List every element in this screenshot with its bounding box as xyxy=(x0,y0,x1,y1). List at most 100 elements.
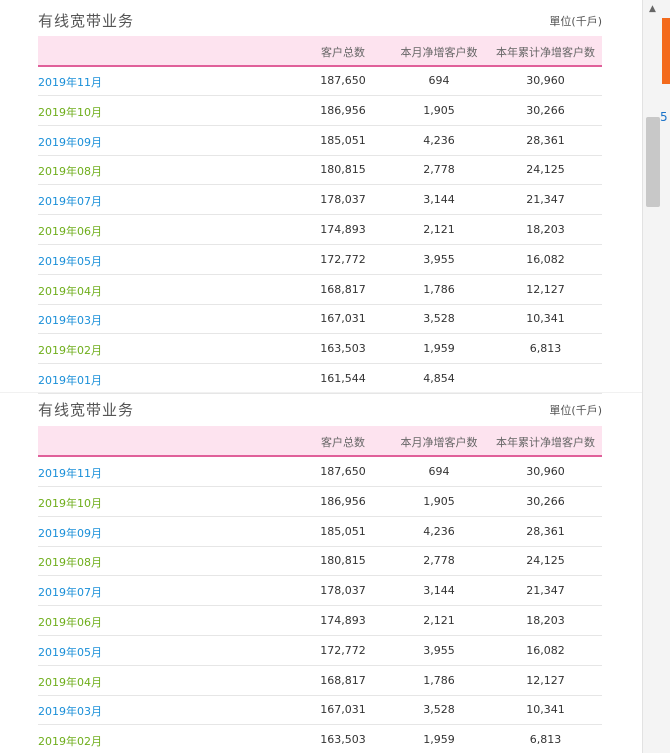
month-link[interactable]: 2019年04月 xyxy=(38,283,158,299)
cell-total: 186,956 xyxy=(320,103,366,117)
cell-net-year: 30,960 xyxy=(526,465,565,478)
month-link[interactable]: 2019年07月 xyxy=(38,584,158,600)
column-header-net-month: 本月净增客户数 xyxy=(400,436,478,449)
table-row: 2019年07月 178,037 3,144 21,347 xyxy=(38,576,602,607)
month-link[interactable]: 2019年02月 xyxy=(38,342,158,358)
month-link[interactable]: 2019年07月 xyxy=(38,193,158,209)
column-header-total: 客户总数 xyxy=(321,46,365,59)
cell-net-month: 694 xyxy=(428,74,450,87)
month-link[interactable]: 2019年09月 xyxy=(38,525,158,541)
scrollbar-thumb[interactable] xyxy=(646,117,660,207)
cell-net-year: 24,125 xyxy=(526,163,565,177)
month-link[interactable]: 2019年02月 xyxy=(38,733,158,749)
table-row: 2019年09月 185,051 4,236 28,361 xyxy=(38,517,602,547)
cell-total: 167,031 xyxy=(320,703,366,717)
column-header-net-year: 本年累计净增客户数 xyxy=(496,46,595,59)
cell-net-year: 28,361 xyxy=(526,524,565,538)
cell-net-year: 16,082 xyxy=(526,643,565,657)
cell-total: 178,037 xyxy=(320,193,366,207)
table-row: 2019年05月 172,772 3,955 16,082 xyxy=(38,245,602,275)
cell-total: 178,037 xyxy=(320,584,366,598)
cell-total: 167,031 xyxy=(320,312,366,326)
cell-net-month: 2,121 xyxy=(423,223,455,236)
table-row: 2019年08月 180,815 2,778 24,125 xyxy=(38,546,602,577)
cell-total: 185,051 xyxy=(320,133,366,147)
cell-net-year: 6,813 xyxy=(529,342,562,356)
month-link[interactable]: 2019年10月 xyxy=(38,495,158,511)
table-row: 2019年11月 187,650 694 30,960 xyxy=(38,66,602,96)
cell-net-year: 21,347 xyxy=(526,193,565,207)
table-row: 2019年06月 174,893 2,121 18,203 xyxy=(38,606,602,636)
cell-net-year: 28,361 xyxy=(526,133,565,147)
cell-net-month: 2,778 xyxy=(423,554,455,568)
cell-net-month: 3,528 xyxy=(423,312,455,326)
cell-total: 168,817 xyxy=(320,673,366,687)
cell-total: 187,650 xyxy=(320,465,366,478)
cell-net-month: 1,786 xyxy=(423,282,455,296)
table-row: 2019年11月 187,650 694 30,960 xyxy=(38,457,602,487)
broadband-table-top: 有线宽带业务 單位(千戶) 客户总数 本月净增客户数 本年累计净增客户数 201… xyxy=(38,0,602,394)
table-row: 2019年04月 168,817 1,786 12,127 xyxy=(38,275,602,305)
table-row: 2019年09月 185,051 4,236 28,361 xyxy=(38,126,602,156)
table-header: 客户总数 本月净增客户数 本年累计净增客户数 xyxy=(38,426,602,457)
table-row: 2019年06月 174,893 2,121 18,203 xyxy=(38,215,602,245)
table-title: 有线宽带业务 xyxy=(38,401,135,419)
table-title: 有线宽带业务 xyxy=(38,12,135,30)
month-link[interactable]: 2019年06月 xyxy=(38,223,158,239)
cell-net-month: 3,955 xyxy=(423,643,455,657)
cell-net-month: 3,528 xyxy=(423,703,455,717)
month-link[interactable]: 2019年08月 xyxy=(38,163,158,179)
cell-net-month: 1,786 xyxy=(423,673,455,687)
table-row: 2019年01月 161,544 4,854 xyxy=(38,364,602,394)
month-link[interactable]: 2019年05月 xyxy=(38,253,158,269)
cell-net-year: 10,341 xyxy=(526,312,565,326)
cell-total: 163,503 xyxy=(320,733,366,747)
month-link[interactable]: 2019年04月 xyxy=(38,674,158,690)
cell-net-month: 1,905 xyxy=(423,494,455,508)
month-link[interactable]: 2019年01月 xyxy=(38,372,158,388)
side-digit: 5 xyxy=(660,110,668,124)
table-row: 2019年07月 178,037 3,144 21,347 xyxy=(38,185,602,216)
cell-net-year: 24,125 xyxy=(526,554,565,568)
cell-total: 186,956 xyxy=(320,494,366,508)
month-link[interactable]: 2019年11月 xyxy=(38,465,158,481)
month-link[interactable]: 2019年05月 xyxy=(38,644,158,660)
cell-net-year: 30,960 xyxy=(526,74,565,87)
cell-net-year: 12,127 xyxy=(526,673,565,687)
cell-net-month: 4,236 xyxy=(423,133,455,147)
table-row: 2019年02月 163,503 1,959 6,813 xyxy=(38,334,602,365)
cell-net-month: 3,144 xyxy=(423,584,455,598)
table-row: 2019年10月 186,956 1,905 30,266 xyxy=(38,487,602,517)
cell-total: 185,051 xyxy=(320,524,366,538)
cell-total: 163,503 xyxy=(320,342,366,356)
cell-net-year: 6,813 xyxy=(529,733,562,747)
month-link[interactable]: 2019年03月 xyxy=(38,312,158,328)
column-header-net-year: 本年累计净增客户数 xyxy=(496,436,595,449)
month-link[interactable]: 2019年08月 xyxy=(38,554,158,570)
side-banner[interactable] xyxy=(662,18,670,84)
cell-net-month: 1,959 xyxy=(423,733,455,747)
cell-total: 161,544 xyxy=(320,372,366,385)
cell-total: 174,893 xyxy=(320,223,366,236)
cell-net-year: 18,203 xyxy=(526,223,565,236)
table-row: 2019年08月 180,815 2,778 24,125 xyxy=(38,155,602,186)
cell-total: 172,772 xyxy=(320,643,366,657)
month-link[interactable]: 2019年09月 xyxy=(38,134,158,150)
unit-label: 單位(千戶) xyxy=(549,404,602,417)
table-row: 2019年03月 167,031 3,528 10,341 xyxy=(38,304,602,335)
cell-net-month: 1,905 xyxy=(423,103,455,117)
cell-net-year: 10,341 xyxy=(526,703,565,717)
broadband-table-bottom: 有线宽带业务 單位(千戶) 客户总数 本月净增客户数 本年累计净增客户数 201… xyxy=(38,392,602,753)
month-link[interactable]: 2019年06月 xyxy=(38,614,158,630)
table-header: 客户总数 本月净增客户数 本年累计净增客户数 xyxy=(38,36,602,67)
cell-net-month: 2,121 xyxy=(423,614,455,627)
month-link[interactable]: 2019年11月 xyxy=(38,74,158,90)
cell-net-year: 18,203 xyxy=(526,614,565,627)
cell-net-year: 30,266 xyxy=(526,494,565,508)
cell-total: 180,815 xyxy=(320,163,366,177)
scroll-up-icon[interactable]: ▲ xyxy=(649,4,656,14)
cell-net-year: 21,347 xyxy=(526,584,565,598)
column-header-total: 客户总数 xyxy=(321,436,365,449)
month-link[interactable]: 2019年03月 xyxy=(38,703,158,719)
month-link[interactable]: 2019年10月 xyxy=(38,104,158,120)
